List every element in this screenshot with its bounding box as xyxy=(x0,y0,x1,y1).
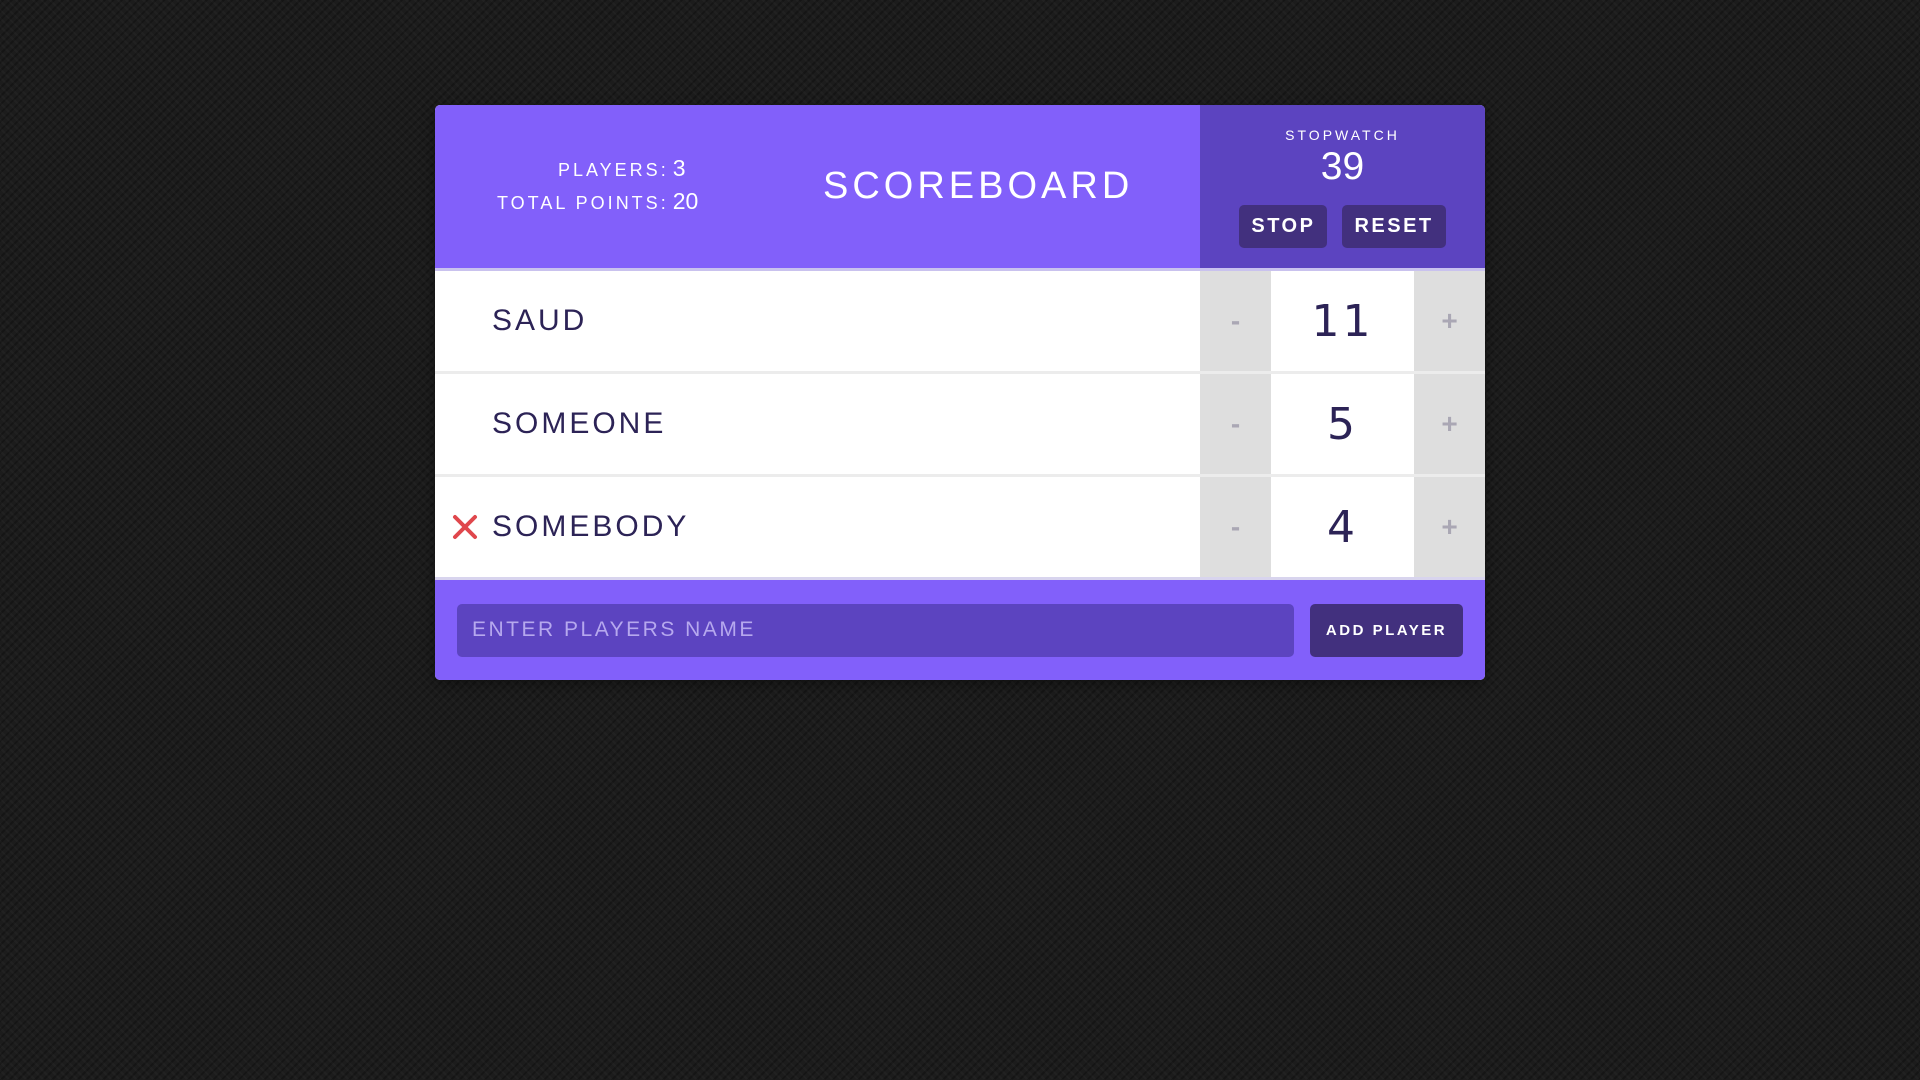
decrement-button[interactable]: - xyxy=(1200,477,1271,577)
add-player-form: ADD PLAYER xyxy=(435,580,1485,680)
player-row: SOMEBODY - 4 + xyxy=(435,477,1485,580)
page-title: SCOREBOARD xyxy=(823,165,1134,207)
players-stat: PLAYERS: 3 xyxy=(497,155,701,188)
close-icon[interactable] xyxy=(451,513,479,541)
stop-button[interactable]: STOP xyxy=(1239,205,1328,248)
scoreboard-header: PLAYERS: 3 TOTAL POINTS: 20 SCOREBOARD S… xyxy=(435,105,1485,271)
points-total: 20 xyxy=(672,188,699,214)
player-name: SOMEONE xyxy=(492,407,667,440)
points-label: TOTAL POINTS: xyxy=(497,193,669,213)
stopwatch-time: 39 xyxy=(1320,145,1365,188)
decrement-button[interactable]: - xyxy=(1200,271,1271,371)
points-stat: TOTAL POINTS: 20 xyxy=(497,188,701,221)
decrement-button[interactable]: - xyxy=(1200,374,1271,474)
players-count: 3 xyxy=(672,155,686,181)
player-name-cell: SOMEBODY xyxy=(435,477,1200,577)
player-row: SAUD - 11 + xyxy=(435,271,1485,374)
reset-button[interactable]: RESET xyxy=(1342,205,1446,248)
stopwatch: STOPWATCH 39 STOP RESET xyxy=(1200,105,1485,268)
score-counter: - 4 + xyxy=(1200,477,1485,577)
score-counter: - 11 + xyxy=(1200,271,1485,371)
increment-button[interactable]: + xyxy=(1414,271,1485,371)
stopwatch-controls: STOP RESET xyxy=(1200,205,1485,248)
player-score: 4 xyxy=(1271,477,1414,577)
score-counter: - 5 + xyxy=(1200,374,1485,474)
add-player-button[interactable]: ADD PLAYER xyxy=(1310,603,1463,657)
player-name: SOMEBODY xyxy=(492,510,690,543)
player-score: 11 xyxy=(1271,271,1414,371)
stats-panel: PLAYERS: 3 TOTAL POINTS: 20 xyxy=(497,155,701,221)
players-label: PLAYERS: xyxy=(557,160,669,180)
header-info: PLAYERS: 3 TOTAL POINTS: 20 SCOREBOARD xyxy=(435,105,1200,268)
player-name: SAUD xyxy=(492,304,588,337)
stopwatch-label: STOPWATCH xyxy=(1285,127,1400,143)
player-name-input[interactable] xyxy=(457,603,1294,657)
increment-button[interactable]: + xyxy=(1414,477,1485,577)
increment-button[interactable]: + xyxy=(1414,374,1485,474)
scoreboard: PLAYERS: 3 TOTAL POINTS: 20 SCOREBOARD S… xyxy=(435,105,1485,680)
player-name-cell: SAUD xyxy=(435,271,1200,371)
player-name-cell: SOMEONE xyxy=(435,374,1200,474)
player-score: 5 xyxy=(1271,374,1414,474)
player-row: SOMEONE - 5 + xyxy=(435,374,1485,477)
